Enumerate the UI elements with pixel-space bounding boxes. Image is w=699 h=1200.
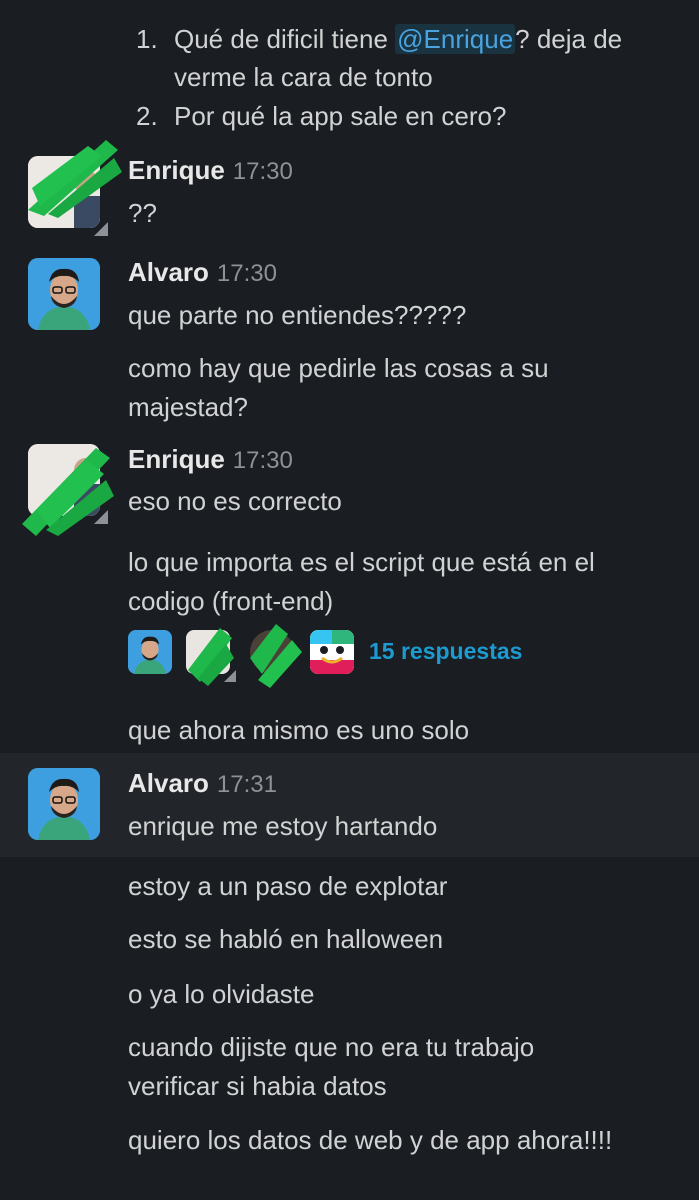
timestamp[interactable]: 17:30: [217, 260, 277, 287]
mention-enrique[interactable]: @Enrique: [395, 24, 516, 54]
presence-indicator: [94, 222, 108, 236]
thread-replies-link[interactable]: 15 respuestas: [369, 638, 522, 665]
list-number: 1.: [136, 24, 158, 54]
message-text: que ahora mismo es uno solo: [128, 715, 470, 745]
message-text: o ya lo olvidaste: [128, 979, 315, 1009]
message-text: cuando dijiste que no era tu trabajo: [128, 1032, 535, 1062]
author-name[interactable]: Enrique: [128, 444, 225, 474]
list-item-1-line2: verme la cara de tonto: [174, 62, 433, 92]
message-header: Enrique 17:30: [128, 444, 293, 475]
message-text: que parte no entiendes?????: [128, 300, 467, 330]
reply-avatar-bot[interactable]: [310, 630, 354, 674]
person-icon: [128, 630, 172, 674]
list-item-1: 1. Qué de dificil tiene @Enrique? deja de: [136, 20, 622, 58]
list-text: Qué de dificil tiene: [174, 24, 396, 54]
message-text: como hay que pedirle las cosas a su: [128, 353, 549, 383]
message-text: majestad?: [128, 392, 248, 422]
message-header: Alvaro 17:31: [128, 768, 277, 799]
message-text: enrique me estoy hartando: [128, 811, 438, 841]
message-text: quiero los datos de web y de app ahora!!…: [128, 1125, 613, 1155]
person-icon: [28, 258, 100, 330]
list-number: 2.: [136, 101, 158, 131]
list-text: ? deja de: [515, 24, 623, 54]
reply-avatar-alvaro[interactable]: [128, 630, 172, 674]
message-text: verificar si habia datos: [128, 1071, 387, 1101]
author-name[interactable]: Enrique: [128, 155, 225, 185]
author-name[interactable]: Alvaro: [128, 768, 209, 798]
timestamp[interactable]: 17:31: [217, 771, 277, 798]
message-text: codigo (front-end): [128, 586, 334, 616]
message-text: esto se habló en halloween: [128, 924, 444, 954]
redaction-scribble: [28, 140, 122, 218]
bot-face-icon: [310, 630, 354, 674]
presence-indicator: [94, 510, 108, 524]
timestamp[interactable]: 17:30: [233, 158, 293, 185]
author-name[interactable]: Alvaro: [128, 257, 209, 287]
message-header: Enrique 17:30: [128, 155, 293, 186]
avatar-alvaro[interactable]: [28, 768, 100, 840]
message-text: lo que importa es el script que está en …: [128, 547, 595, 577]
redaction-scribble: [22, 448, 114, 536]
avatar-alvaro[interactable]: [28, 258, 100, 330]
message-header: Alvaro 17:30: [128, 257, 277, 288]
list-text: Por qué la app sale en cero?: [174, 101, 507, 131]
message-text: estoy a un paso de explotar: [128, 871, 448, 901]
list-item-2: 2. Por qué la app sale en cero?: [136, 97, 506, 135]
message-text: ??: [128, 198, 157, 228]
redaction-scribble: [188, 624, 302, 688]
person-icon: [28, 768, 100, 840]
message-text: eso no es correcto: [128, 486, 342, 516]
timestamp[interactable]: 17:30: [233, 447, 293, 474]
